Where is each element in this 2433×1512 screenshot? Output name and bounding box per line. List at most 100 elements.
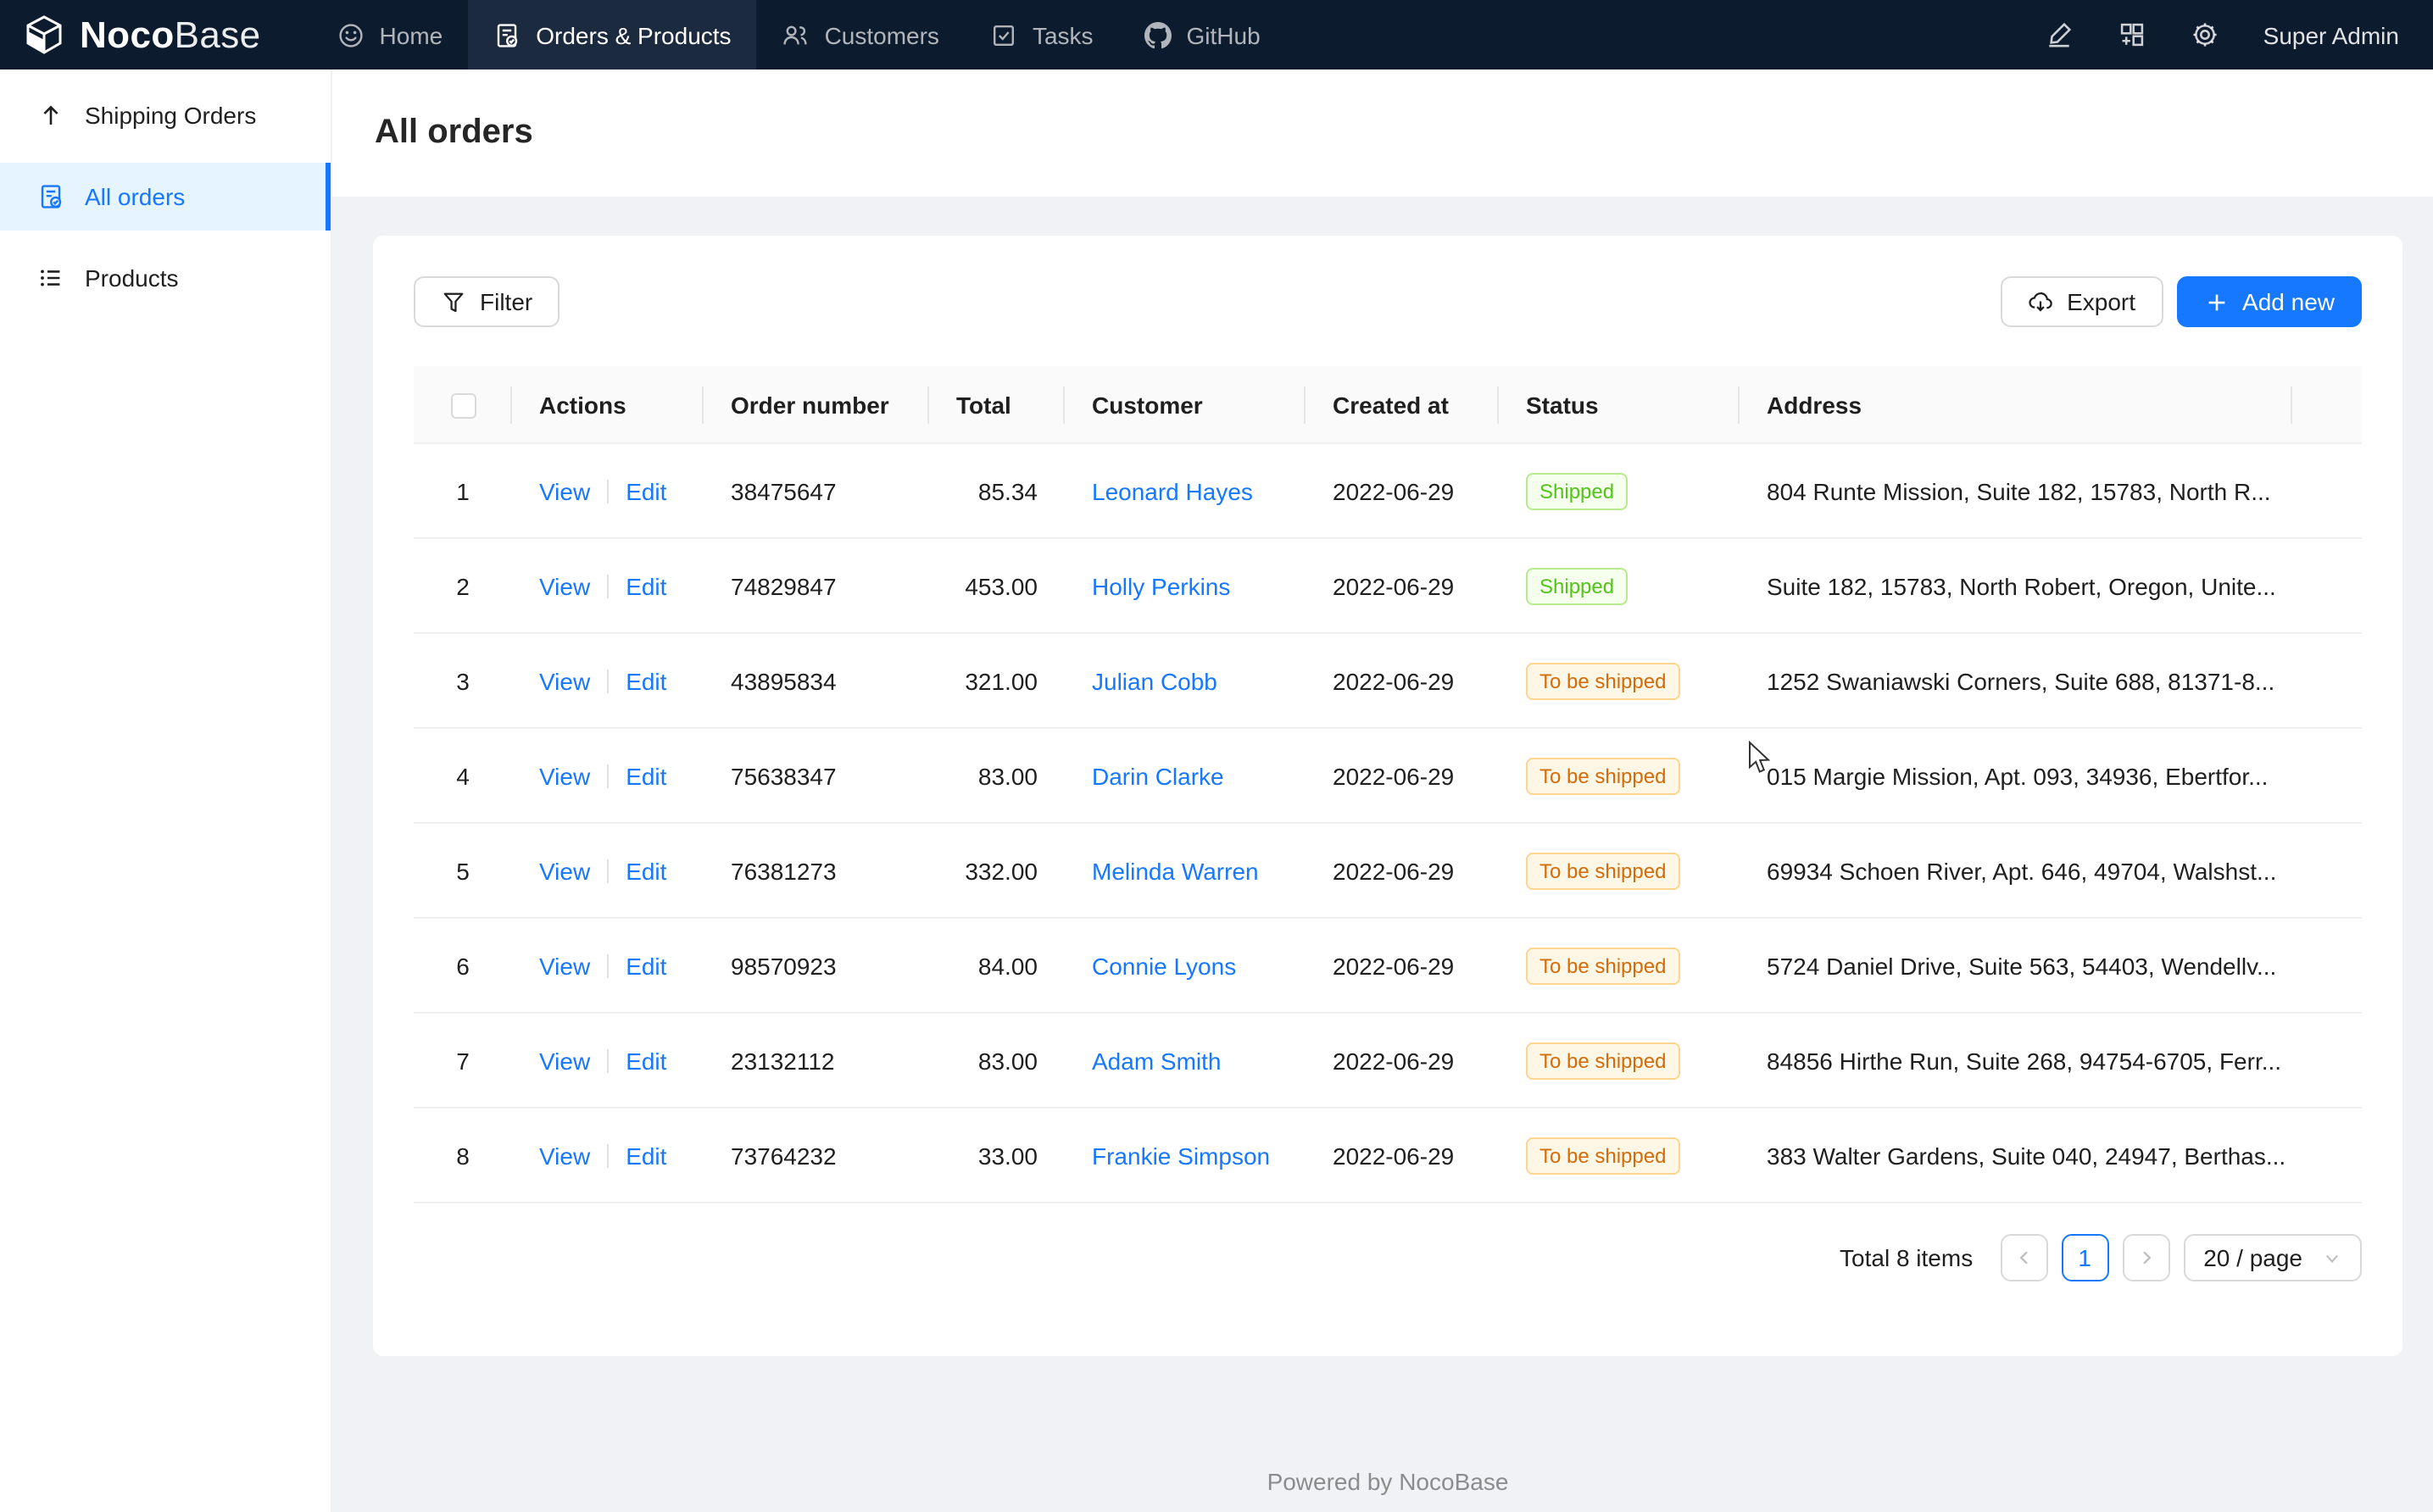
nav-item-label: Customers [825, 21, 939, 48]
status-badge: Shipped [1526, 472, 1628, 509]
page-size-select[interactable]: 20 / page [2183, 1234, 2362, 1281]
total-cell: 85.34 [929, 443, 1065, 538]
sidebar-item-products[interactable]: Products [0, 244, 331, 312]
header-order-number: Order number [704, 366, 929, 443]
nav-item-label: Orders & Products [536, 21, 731, 48]
view-link[interactable]: View [539, 1047, 590, 1074]
spacer-cell [2292, 538, 2362, 633]
link-divider [607, 1143, 609, 1167]
order-number-cell: 38475647 [704, 443, 929, 538]
table-row: 1 ViewEdit 38475647 85.34 Leonard Hayes … [414, 443, 2362, 538]
view-link[interactable]: View [539, 857, 590, 884]
row-index-cell: 3 [414, 633, 512, 728]
pagination: Total 8 items 1 20 / page [414, 1234, 2362, 1281]
created-at-cell: 2022-06-29 [1306, 823, 1499, 918]
customer-cell: Connie Lyons [1065, 918, 1306, 1013]
table-row: 5 ViewEdit 76381273 332.00 Melinda Warre… [414, 823, 2362, 918]
status-badge: Shipped [1526, 567, 1628, 604]
header-customer: Customer [1065, 366, 1306, 443]
spacer-cell [2292, 918, 2362, 1013]
view-link[interactable]: View [539, 1142, 590, 1169]
edit-link[interactable]: Edit [626, 762, 666, 789]
customer-link[interactable]: Melinda Warren [1092, 857, 1259, 884]
nav-item-orders-products[interactable]: Orders & Products [468, 0, 756, 69]
actions-cell: View Edit [512, 823, 704, 918]
address-cell: 1252 Swaniawski Corners, Suite 688, 8137… [1740, 633, 2292, 728]
add-new-button[interactable]: Add new [2176, 276, 2362, 327]
edit-link[interactable]: Edit [626, 572, 666, 599]
orders-table-body: 1 ViewEdit 38475647 85.34 Leonard Hayes … [414, 443, 2362, 1203]
view-link[interactable]: View [539, 477, 590, 504]
filter-button[interactable]: Filter [414, 276, 560, 327]
actions-cell: View Edit [512, 728, 704, 823]
edit-link[interactable]: Edit [626, 1047, 666, 1074]
sidebar-item-all-orders[interactable]: All orders [0, 163, 331, 231]
row-index: 2 [456, 572, 470, 599]
edit-link[interactable]: Edit [626, 1142, 666, 1169]
filter-button-label: Filter [480, 288, 532, 315]
pagination-page-1[interactable]: 1 [2061, 1234, 2108, 1281]
nav-item-github[interactable]: GitHub [1119, 0, 1286, 69]
cloud-download-icon [2028, 289, 2053, 314]
created-at-cell: 2022-06-29 [1306, 1013, 1499, 1108]
row-index-cell: 1 [414, 443, 512, 538]
row-index-cell: 2 [414, 538, 512, 633]
customer-link[interactable]: Adam Smith [1092, 1047, 1222, 1074]
plugin-grid-add-icon[interactable] [2118, 20, 2146, 49]
status-badge: To be shipped [1526, 757, 1679, 794]
spacer-cell [2292, 633, 2362, 728]
status-cell: To be shipped [1499, 918, 1740, 1013]
user-menu[interactable]: Super Admin [2263, 21, 2399, 48]
row-index-cell: 8 [414, 1108, 512, 1203]
row-index: 1 [456, 477, 470, 504]
order-number-cell: 74829847 [704, 538, 929, 633]
link-divider [607, 669, 609, 692]
total-cell: 33.00 [929, 1108, 1065, 1203]
customer-link[interactable]: Julian Cobb [1092, 667, 1217, 694]
customer-link[interactable]: Connie Lyons [1092, 952, 1236, 979]
edit-link[interactable]: Edit [626, 477, 666, 504]
address-cell: Suite 182, 15783, North Robert, Oregon, … [1740, 538, 2292, 633]
highlighter-icon[interactable] [2045, 20, 2074, 49]
sidebar-item-shipping-orders[interactable]: Shipping Orders [0, 81, 331, 149]
check-square-icon [990, 21, 1017, 48]
customer-link[interactable]: Frankie Simpson [1092, 1142, 1270, 1169]
customer-link[interactable]: Leonard Hayes [1092, 477, 1253, 504]
actions-cell: View Edit [512, 1108, 704, 1203]
pagination-next-button[interactable] [2122, 1234, 2169, 1281]
select-all-checkbox[interactable] [450, 393, 476, 419]
table-row: 4 ViewEdit 75638347 83.00 Darin Clarke 2… [414, 728, 2362, 823]
view-link[interactable]: View [539, 572, 590, 599]
nav-item-tasks[interactable]: Tasks [965, 0, 1119, 69]
edit-link[interactable]: Edit [626, 857, 666, 884]
chevron-down-icon [2323, 1248, 2341, 1267]
customer-cell: Frankie Simpson [1065, 1108, 1306, 1203]
customer-link[interactable]: Darin Clarke [1092, 762, 1224, 789]
created-at-cell: 2022-06-29 [1306, 728, 1499, 823]
view-link[interactable]: View [539, 762, 590, 789]
export-button[interactable]: Export [2001, 276, 2163, 327]
link-divider [607, 764, 609, 787]
page-header: All orders [332, 69, 2433, 197]
edit-link[interactable]: Edit [626, 667, 666, 694]
orders-table: Actions Order number Total Customer Crea… [414, 366, 2362, 1203]
header-address: Address [1740, 366, 2292, 443]
address-cell: 015 Margie Mission, Apt. 093, 34936, Ebe… [1740, 728, 2292, 823]
edit-link[interactable]: Edit [626, 952, 666, 979]
nav-item-customers[interactable]: Customers [757, 0, 965, 69]
view-link[interactable]: View [539, 667, 590, 694]
pagination-prev-button[interactable] [2000, 1234, 2047, 1281]
spacer-cell [2292, 1108, 2362, 1203]
view-link[interactable]: View [539, 952, 590, 979]
status-badge: To be shipped [1526, 1137, 1679, 1174]
nav-item-home[interactable]: Home [312, 0, 469, 69]
customer-link[interactable]: Holly Perkins [1092, 572, 1230, 599]
gear-icon[interactable] [2191, 20, 2219, 49]
address-cell: 84856 Hirthe Run, Suite 268, 94754-6705,… [1740, 1013, 2292, 1108]
customer-cell: Melinda Warren [1065, 823, 1306, 918]
table-row: 7 ViewEdit 23132112 83.00 Adam Smith 202… [414, 1013, 2362, 1108]
status-cell: To be shipped [1499, 823, 1740, 918]
nocobase-logo[interactable]: NocoBase [0, 0, 261, 69]
github-icon [1144, 21, 1172, 48]
total-cell: 83.00 [929, 1013, 1065, 1108]
